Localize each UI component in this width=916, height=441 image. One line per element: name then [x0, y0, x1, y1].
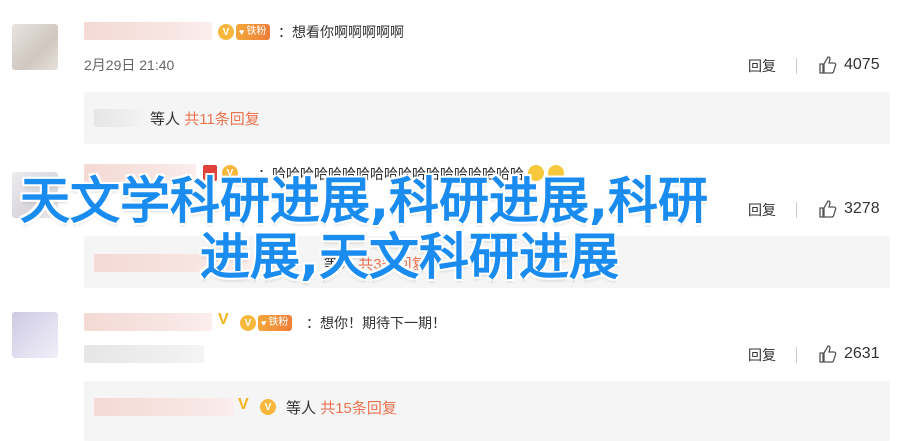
username[interactable]	[84, 313, 212, 331]
reply-summary-text: 等人 共11条回复	[150, 111, 260, 128]
reply-button[interactable]: 回复	[748, 345, 776, 365]
comment-text: ：想你！期待下一期！	[306, 315, 446, 331]
comment-time: 2月29日 21:40	[84, 57, 175, 73]
replier-names	[94, 109, 146, 127]
reply-summary-text: 等人 共15条回复	[286, 400, 397, 417]
like-count: 4075	[844, 56, 880, 73]
fan-badge-icon: V ♥ 铁粉	[240, 313, 293, 333]
fan-badge-icon: V ♥ 铁粉	[218, 22, 271, 42]
thumbs-up-icon	[819, 56, 837, 74]
reply-count[interactable]: 共15条回复	[320, 400, 397, 417]
fan-badge-icon: V	[260, 397, 278, 417]
like-button[interactable]: 2631	[818, 344, 880, 364]
verified-icon: V	[238, 396, 249, 413]
reply-count[interactable]: 共11条回复	[184, 111, 260, 128]
divider	[796, 202, 797, 218]
reply-summary[interactable]: 等人 共11条回复	[84, 92, 890, 144]
thumbs-up-icon	[819, 345, 837, 363]
like-button[interactable]: 3278	[818, 199, 880, 219]
overlay-title-line-2: 进展,天文科研进展	[200, 228, 619, 286]
verified-icon: V	[218, 311, 229, 328]
replier-names	[94, 398, 234, 416]
avatar[interactable]	[12, 312, 58, 358]
avatar[interactable]	[12, 24, 58, 70]
like-button[interactable]: 4075	[818, 55, 880, 75]
thumbs-up-icon	[819, 200, 837, 218]
reply-button[interactable]: 回复	[748, 200, 776, 220]
reply-button[interactable]: 回复	[748, 56, 776, 76]
like-count: 3278	[844, 200, 880, 217]
comment-time	[84, 345, 204, 363]
comment-text: ：想看你啊啊啊啊啊	[278, 24, 404, 40]
divider	[796, 347, 797, 363]
username[interactable]	[84, 22, 212, 40]
overlay-title-line-1: 天文学科研进展,科研进展,科研	[20, 172, 708, 230]
reply-summary[interactable]: V V 等人 共15条回复	[84, 381, 890, 441]
divider	[796, 58, 797, 74]
like-count: 2631	[844, 345, 880, 362]
